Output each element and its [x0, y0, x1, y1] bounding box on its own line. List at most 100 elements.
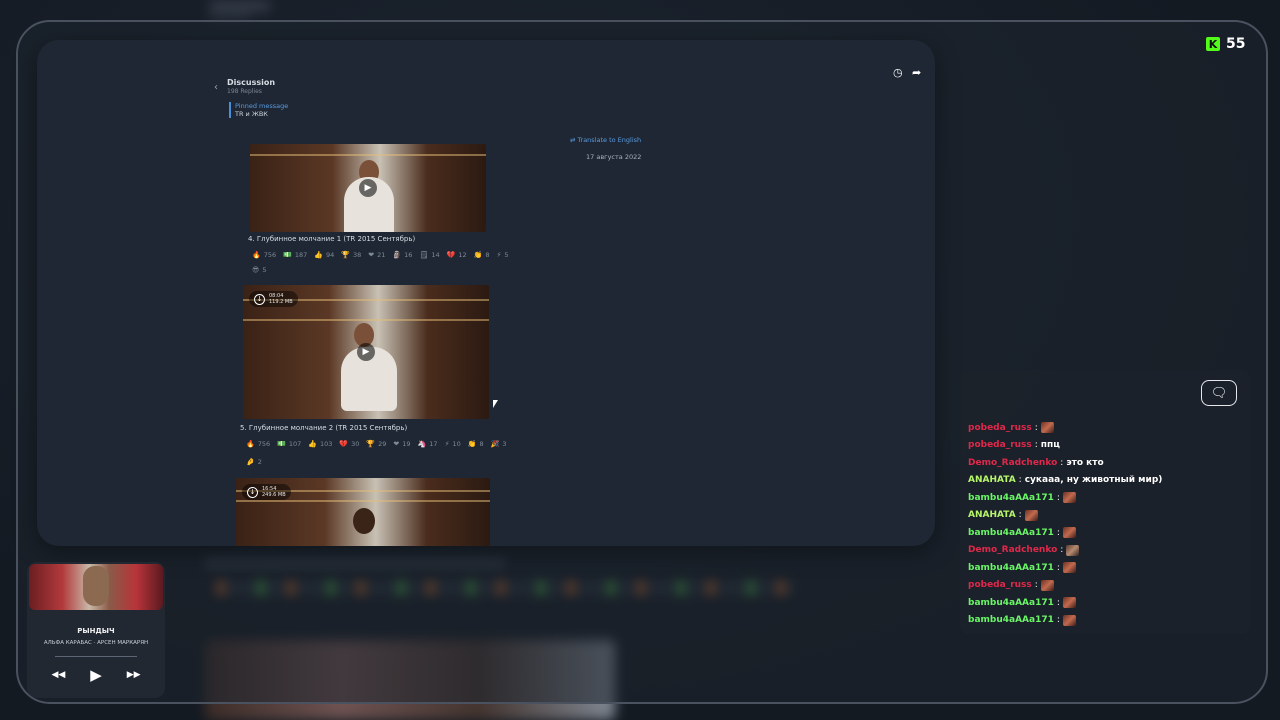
translate-link[interactable]: ⇄ Translate to English: [570, 136, 641, 144]
reaction-chip[interactable]: 🗒 14: [419, 251, 439, 259]
discussion-replies: 198 Replies: [227, 88, 262, 95]
reaction-emoji-icon: 👏: [467, 440, 477, 448]
video-thumbnail[interactable]: ▶: [250, 144, 486, 232]
reaction-count: 2: [257, 458, 262, 466]
reaction-count: 187: [294, 251, 308, 259]
reaction-chip[interactable]: 🔥 756: [252, 251, 276, 259]
chat-username[interactable]: Demo_Radchenko: [968, 545, 1057, 555]
play-icon[interactable]: ▶: [359, 179, 377, 197]
back-chevron-icon[interactable]: ‹: [214, 82, 218, 93]
progress-bar[interactable]: [55, 656, 137, 657]
chat-separator: :: [1056, 562, 1060, 573]
rewind-icon[interactable]: ◀◀: [51, 670, 65, 680]
play-icon[interactable]: ▶: [357, 343, 375, 361]
chat-username[interactable]: ANAHATA: [968, 510, 1016, 520]
chat-username[interactable]: pobeda_russ: [968, 440, 1032, 450]
download-chip[interactable]: ↓ 08:04 119.2 MB: [249, 291, 298, 307]
video-size: 249.6 MB: [262, 492, 286, 498]
download-icon[interactable]: ↓: [254, 293, 265, 305]
reaction-chip[interactable]: 💔 30: [339, 440, 359, 448]
chat-emote-icon: [1062, 527, 1076, 539]
chat-text: ппц: [1040, 440, 1060, 451]
chat-username[interactable]: pobeda_russ: [968, 423, 1032, 433]
share-icon[interactable]: ➦: [912, 67, 923, 78]
chat-username[interactable]: bambu4aAAa171: [968, 615, 1054, 625]
chat-message: bambu4aAAa171:: [968, 524, 1162, 542]
reaction-chip[interactable]: ❤ 19: [393, 440, 410, 448]
reactions-row: 🔥 756 💵 187 👍 94 🏆 38 ❤ 21 🗿 16 🗒 14 💔 12 👏 8 ⚡ 5: [252, 251, 509, 259]
reaction-chip[interactable]: 💵 187: [283, 251, 307, 259]
player-controls: ◀◀ ▶ ▶▶: [27, 666, 165, 684]
reaction-chip[interactable]: 😎 5: [252, 266, 266, 274]
download-icon[interactable]: ↓: [247, 486, 258, 498]
kick-logo-icon: K: [1206, 37, 1220, 51]
pinned-message[interactable]: Pinned message TR и ЖВК: [229, 102, 288, 118]
chat-separator: :: [1018, 510, 1022, 521]
reaction-chip[interactable]: 🗿 16: [392, 251, 412, 259]
reaction-count: 8: [485, 251, 490, 259]
chat-emote-icon: [1040, 422, 1054, 434]
chat-separator: :: [1034, 422, 1038, 433]
reaction-chip[interactable]: ⚡ 10: [445, 440, 461, 448]
reaction-count: 756: [263, 251, 277, 259]
chat-message: bambu4aAAa171:: [968, 559, 1162, 577]
chat-message-list: pobeda_russ: pobeda_russ: ппц Demo_Radchenk…: [968, 419, 1162, 629]
reaction-chip[interactable]: 🏆 38: [341, 251, 361, 259]
reaction-emoji-icon: 💔: [446, 251, 456, 259]
reaction-count: 3: [502, 440, 507, 448]
clock-icon[interactable]: ◷: [893, 67, 904, 78]
reaction-chip[interactable]: 💔 12: [447, 251, 467, 259]
reaction-chip[interactable]: 👍 103: [308, 440, 332, 448]
reaction-count: 21: [377, 251, 386, 259]
fast-forward-icon[interactable]: ▶▶: [127, 670, 141, 680]
track-title: РЫНДЫЧ: [77, 627, 115, 635]
reaction-chip[interactable]: 🤌 2: [246, 458, 262, 466]
reaction-count: 12: [458, 251, 467, 259]
chat-message: bambu4aAAa171:: [968, 594, 1162, 612]
chat-message: bambu4aAAa171:: [968, 489, 1162, 507]
reactions-row: 😎 5: [252, 266, 266, 274]
reaction-chip[interactable]: 🏆 29: [366, 440, 386, 448]
chat-username[interactable]: Demo_Radchenko: [968, 458, 1057, 468]
reaction-count: 38: [353, 251, 362, 259]
chat-username[interactable]: bambu4aAAa171: [968, 493, 1054, 503]
reaction-chip[interactable]: 👏 8: [468, 440, 484, 448]
reaction-count: 5: [504, 251, 509, 259]
reaction-count: 94: [326, 251, 335, 259]
chat-emote-icon: [1024, 509, 1038, 521]
album-cover: [29, 564, 163, 610]
chat-bubbles-icon[interactable]: 🗨: [1201, 380, 1237, 406]
reaction-chip[interactable]: 🦄 17: [418, 440, 438, 448]
chat-separator: :: [1056, 492, 1060, 503]
chat-username[interactable]: pobeda_russ: [968, 580, 1032, 590]
chat-username[interactable]: bambu4aAAa171: [968, 563, 1054, 573]
reaction-emoji-icon: 🏆: [366, 440, 376, 448]
chat-separator: :: [1060, 545, 1064, 556]
chat-emote-icon: [1066, 544, 1080, 556]
reaction-chip[interactable]: 💵 107: [277, 440, 301, 448]
download-chip[interactable]: ↓ 16:54 249.6 MB: [242, 484, 291, 500]
chat-separator: :: [1034, 580, 1038, 591]
reaction-count: 16: [404, 251, 413, 259]
reaction-emoji-icon: 🔥: [246, 440, 255, 448]
chat-separator: :: [1060, 457, 1064, 468]
reaction-emoji-icon: 🎉: [490, 440, 500, 448]
chat-username[interactable]: bambu4aAAa171: [968, 598, 1054, 608]
reaction-emoji-icon: 👍: [308, 440, 317, 448]
mouse-cursor-icon: [493, 400, 498, 408]
music-player: РЫНДЫЧ АЛЬФА КАРАБАС · АРСЕН МАРКАРЯН ◀◀…: [27, 562, 165, 698]
reaction-emoji-icon: 🗿: [392, 251, 402, 259]
play-icon[interactable]: ▶: [90, 666, 102, 684]
video-thumbnail[interactable]: ↓ 16:54 249.6 MB: [236, 478, 490, 546]
chat-username[interactable]: ANAHATA: [968, 475, 1016, 485]
reaction-chip[interactable]: 👍 94: [314, 251, 334, 259]
reaction-chip[interactable]: 🔥 756: [246, 440, 270, 448]
reaction-chip[interactable]: 🎉 3: [491, 440, 507, 448]
reaction-chip[interactable]: ❤ 21: [368, 251, 385, 259]
chat-message: pobeda_russ:: [968, 577, 1162, 595]
reaction-chip[interactable]: 👏 8: [474, 251, 490, 259]
reaction-chip[interactable]: ⚡ 5: [496, 251, 508, 259]
chat-username[interactable]: bambu4aAAa171: [968, 528, 1054, 538]
video-thumbnail[interactable]: ▶ ↓ 08:04 119.2 MB: [243, 285, 489, 419]
pinned-text: TR и ЖВК: [235, 110, 268, 118]
